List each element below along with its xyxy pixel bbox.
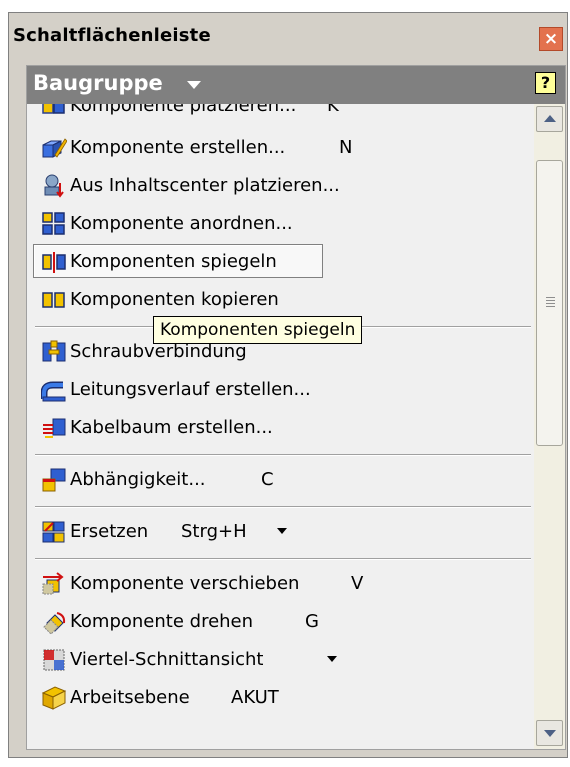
chevron-down-icon [544,730,556,737]
command-label: Komponente erstellen... [70,137,286,158]
shortcut-label: K [327,104,339,116]
divider [35,558,531,560]
chevron-up-icon [544,115,556,122]
help-button[interactable]: ? [535,72,556,94]
rotate-component-icon [43,612,66,635]
place-component-icon [42,104,65,114]
panel-header-title[interactable]: Baugruppe [33,71,163,95]
command-label: Ersetzen [70,521,149,542]
chevron-down-icon[interactable] [277,528,287,534]
command-label: Abhängigkeit... [70,469,206,490]
shortcut-label: C [261,469,274,490]
command-label: Komponente verschieben [70,573,300,594]
divider [35,454,531,456]
close-icon: × [543,29,559,49]
scroll-up-button[interactable] [536,106,563,132]
chevron-down-icon[interactable] [187,81,201,89]
work-plane-icon [41,686,67,710]
command-label: Leitungsverlauf erstellen... [70,379,311,400]
command-label: Komponenten kopieren [70,289,279,310]
panel-header[interactable]: Baugruppe ? [27,66,565,104]
chevron-down-icon[interactable] [327,656,337,662]
command-label: Viertel-Schnittansicht [70,649,264,670]
shortcut-label: N [339,137,353,158]
command-list: Komponente platzieren... K Komponente er… [27,104,533,749]
command-label: Komponente platzieren... [70,104,297,116]
divider [35,506,531,508]
shortcut-label: Strg+H [181,521,247,542]
command-label: Komponente drehen [70,611,254,632]
command-label: Schraubverbindung [70,341,247,362]
command-label: Komponenten spiegeln [70,251,277,272]
mirror-components-icon [42,252,66,273]
toolbar-panel-window: Schaltflächenleiste × Baugruppe ? Kompon… [8,12,568,758]
command-label: Arbeitsebene [70,687,190,708]
command-label: Aus Inhaltscenter platzieren... [70,175,340,196]
shortcut-label: AKUT [231,687,279,708]
panel-content: Baugruppe ? Komponente platzieren... K K… [26,65,566,750]
close-button[interactable]: × [539,27,563,51]
quarter-section-view-icon [43,649,65,671]
title-bar[interactable]: Schaltflächenleiste × [9,13,567,59]
create-component-icon [42,138,67,158]
move-component-icon [42,572,64,595]
create-harness-icon [43,418,66,438]
tooltip: Komponenten spiegeln [153,316,363,344]
grip-line [546,303,555,304]
command-label: Komponente anordnen... [70,213,293,234]
replace-icon [42,521,65,543]
create-route-icon [41,381,66,402]
content-center-icon [44,174,64,198]
window-title: Schaltflächenleiste [13,25,211,46]
vertical-scrollbar[interactable] [534,104,565,749]
grip-line [546,297,555,298]
scrollbar-thumb[interactable] [536,160,563,446]
constraint-icon [42,468,66,492]
grip-line [546,300,555,301]
scroll-down-button[interactable] [536,720,563,746]
pattern-component-icon [42,212,65,235]
command-label: Kabelbaum erstellen... [70,417,273,438]
grip-line [546,306,555,307]
copy-components-icon [42,292,65,308]
shortcut-label: G [305,611,319,632]
shortcut-label: V [351,573,364,594]
bolted-connection-icon [42,340,66,362]
